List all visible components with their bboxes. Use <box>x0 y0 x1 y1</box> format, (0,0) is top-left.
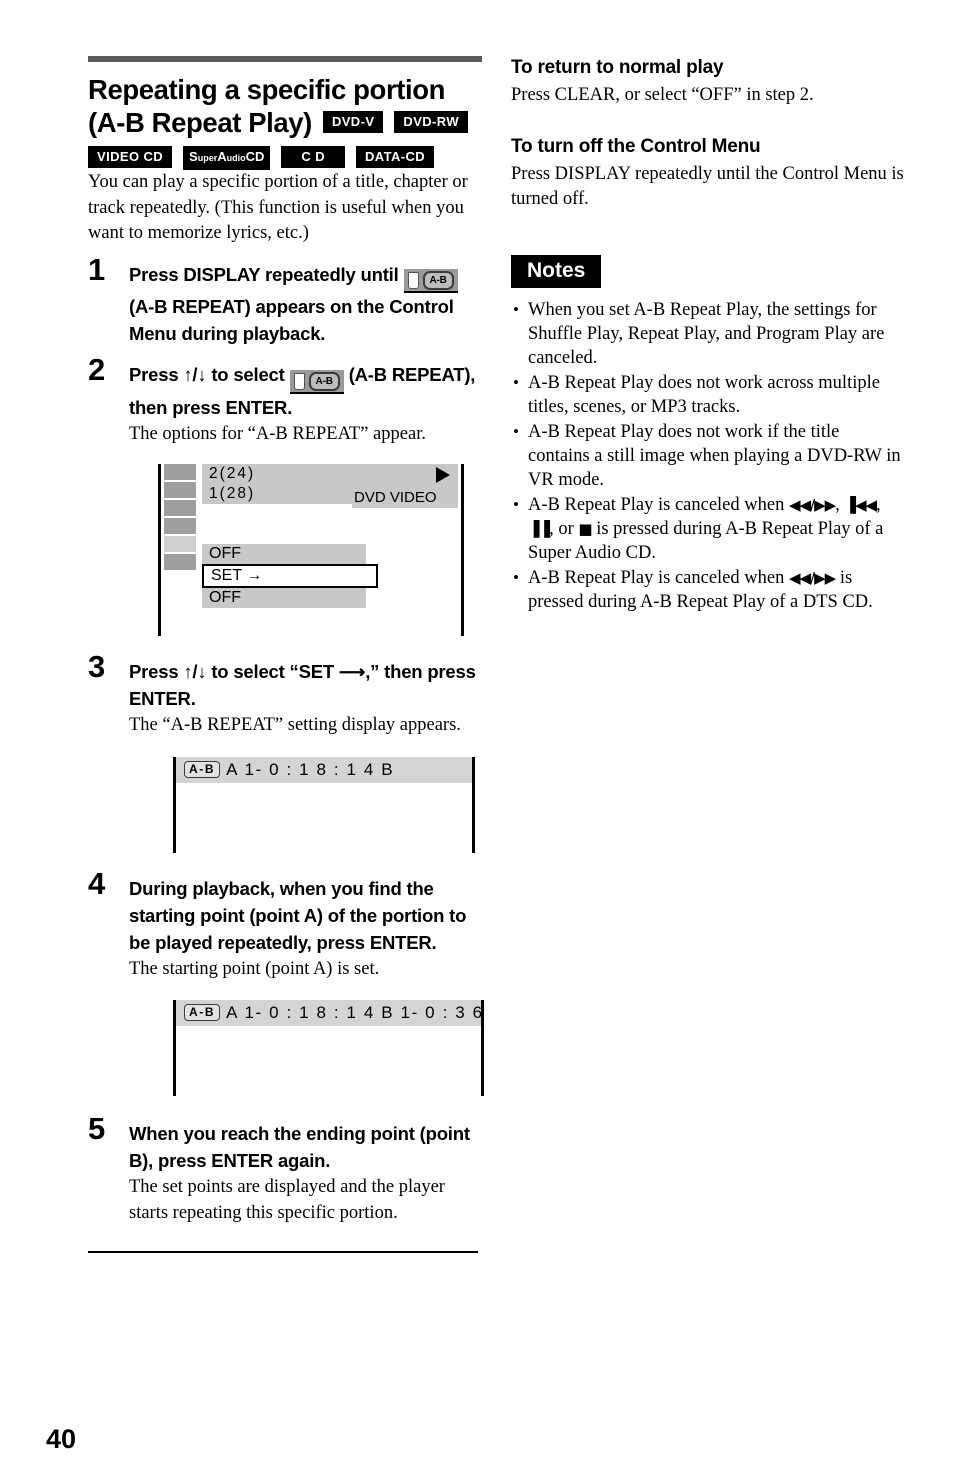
super-audio-cd-badge: SuperAudioCD <box>183 146 271 170</box>
section-rule <box>88 56 482 62</box>
play-triangle-icon <box>436 467 450 484</box>
notes-section: Notes When you set A-B Repeat Play, the … <box>511 254 904 614</box>
osd-panel-a-text: A 1- 0 : 1 8 : 1 4 B <box>226 759 395 779</box>
step-5-heading: When you reach the ending point (point B… <box>129 1123 470 1172</box>
step-2-text-a: Press ↑/↓ to select <box>129 364 285 386</box>
section-end-rule <box>88 1251 478 1254</box>
ab-tag-icon: A-B <box>184 1004 221 1022</box>
notes-header-badge: Notes <box>511 254 602 288</box>
heading-return-normal-play: To return to normal play <box>511 57 724 78</box>
heading-turn-off-control-menu: To turn off the Control Menu <box>511 135 761 157</box>
format-badge-row: VIDEO CD SuperAudioCD C D DATA-CD <box>88 146 482 170</box>
ab-pill-label: A-B <box>308 371 340 391</box>
rewind-fastforward-icon: ◀◀/▶▶ <box>788 495 836 514</box>
ab-tag-icon: A-B <box>184 760 221 778</box>
control-menu-option-off[interactable]: OFF <box>202 588 366 609</box>
title-badge-group: DVD-V DVD-RW <box>312 111 469 136</box>
pause-icon: ▐▐ <box>528 519 550 538</box>
control-menu-icon-2 <box>164 482 196 501</box>
step-2-number: 2 <box>88 352 106 388</box>
step-1-number: 1 <box>88 251 106 287</box>
manual-page: Repeating a specific portion (A-B Repeat… <box>0 0 954 1483</box>
note-item-dts-cd: A-B Repeat Play is canceled when ◀◀/▶▶ i… <box>511 566 904 614</box>
dvd-rw-badge: DVD-RW <box>394 111 469 133</box>
sacd-uper: uper <box>197 153 218 163</box>
step-1-text-b: (A-B REPEAT) appears on the Control Menu… <box>129 296 454 345</box>
disc-type-label: DVD VIDEO <box>354 489 437 507</box>
control-menu-disc-type: DVD VIDEO <box>352 464 458 509</box>
body-turn-off-control-menu: Press DISPLAY repeatedly until the Contr… <box>511 163 904 210</box>
osd-panel-ab-bar: A-B A 1- 0 : 1 8 : 1 4 B 1- 0 : 3 6 : 3 8 <box>176 1000 481 1027</box>
control-menu-title: 1(28) <box>202 484 366 505</box>
control-menu-icon-1 <box>164 464 196 483</box>
step-4: 4 During playback, when you find the sta… <box>88 868 484 1097</box>
note-sep-2: , <box>876 494 881 515</box>
step-2-body: The options for “A-B REPEAT” appear. <box>129 423 426 444</box>
control-menu-icon-6 <box>164 554 196 573</box>
step-2-heading: Press ↑/↓ to select A-B (A-B REPEAT), th… <box>129 361 482 421</box>
osd-panel-a: A-B A 1- 0 : 1 8 : 1 4 B <box>173 756 475 853</box>
sacd-udio: udio <box>226 153 246 163</box>
right-column: To return to normal play Press CLEAR, or… <box>511 56 904 615</box>
icon-tab <box>407 272 419 290</box>
body-return-normal-play: Press CLEAR, or select “OFF” in step 2. <box>511 85 814 105</box>
icon-tab <box>293 372 305 390</box>
osd-panel-a-bar: A-B A 1- 0 : 1 8 : 1 4 B <box>176 756 472 783</box>
note-item: When you set A-B Repeat Play, the settin… <box>511 298 904 370</box>
control-menu-icon-4 <box>164 518 196 537</box>
step-3-body: The “A-B REPEAT” setting display appears… <box>129 715 461 736</box>
video-cd-badge: VIDEO CD <box>88 146 173 168</box>
step-1-heading: Press DISPLAY repeatedly until A-B (A-B … <box>129 261 482 348</box>
osd-panel-ab: A-B A 1- 0 : 1 8 : 1 4 B 1- 0 : 3 6 : 3 8 <box>173 1000 484 1097</box>
ab-repeat-icon: A-B <box>289 369 344 394</box>
control-menu-current-value[interactable]: OFF <box>202 544 366 565</box>
step-5-body: The set points are displayed and the pla… <box>129 1177 445 1223</box>
note-item-super-audio-cd: A-B Repeat Play is canceled when ◀◀/▶▶ , … <box>511 493 904 565</box>
control-menu-icon-3 <box>164 500 196 519</box>
control-menu-chapter: 2(24) <box>202 464 366 485</box>
note-item: A-B Repeat Play does not work if the tit… <box>511 420 904 492</box>
step-3: 3 Press ↑/↓ to select “SET ⟶,” then pres… <box>88 651 482 853</box>
control-menu-icon-5 <box>164 536 196 555</box>
step-1-text-a: Press DISPLAY repeatedly until <box>129 263 399 285</box>
step-3-number: 3 <box>88 649 106 685</box>
note-text-pre: A-B Repeat Play is canceled when <box>528 567 789 588</box>
intro-paragraph: You can play a specific portion of a tit… <box>88 172 468 243</box>
sacd-cd: CD <box>245 149 265 164</box>
dvd-v-badge: DVD-V <box>322 111 384 133</box>
control-menu-figure: 2(24) 1(28) OFF SET → OFF DVD VIDEO <box>158 464 464 637</box>
title-block: Repeating a specific portion (A-B Repeat… <box>88 73 482 139</box>
sacd-a: A <box>217 149 227 164</box>
step-4-heading: During playback, when you find the start… <box>129 877 467 953</box>
step-1: 1 Press DISPLAY repeatedly until A-B (A-… <box>88 254 482 348</box>
osd-panel-ab-text: A 1- 0 : 1 8 : 1 4 B 1- 0 : 3 6 : 3 8 <box>226 1003 481 1023</box>
control-menu-iconbar <box>164 464 196 573</box>
rewind-fastforward-icon: ◀◀/▶▶ <box>788 568 836 587</box>
page-number: 40 <box>46 1424 77 1454</box>
note-text-pre: A-B Repeat Play is canceled when <box>528 494 789 515</box>
left-column: Repeating a specific portion (A-B Repeat… <box>88 56 484 1254</box>
step-4-body: The starting point (point A) is set. <box>129 958 380 979</box>
note-sep-3: , or <box>549 518 579 539</box>
note-item: A-B Repeat Play does not work across mul… <box>511 371 904 419</box>
control-menu-option-set[interactable]: SET → <box>202 564 378 589</box>
step-2: 2 Press ↑/↓ to select A-B (A-B REPEAT), … <box>88 354 482 637</box>
stop-icon: ■ <box>578 519 592 538</box>
data-cd-badge: DATA-CD <box>356 146 435 168</box>
ab-repeat-icon: A-B <box>403 269 458 294</box>
sacd-s: S <box>189 149 198 164</box>
previous-track-icon: ▐◀◀ <box>844 495 877 514</box>
notes-list: When you set A-B Repeat Play, the settin… <box>511 298 904 614</box>
step-3-heading: Press ↑/↓ to select “SET ⟶,” then press … <box>129 661 476 710</box>
step-4-number: 4 <box>88 865 106 901</box>
cd-badge: C D <box>281 146 345 168</box>
step-5: 5 When you reach the ending point (point… <box>88 1113 482 1226</box>
step-5-number: 5 <box>88 1111 106 1147</box>
ab-pill-label: A-B <box>422 271 454 291</box>
